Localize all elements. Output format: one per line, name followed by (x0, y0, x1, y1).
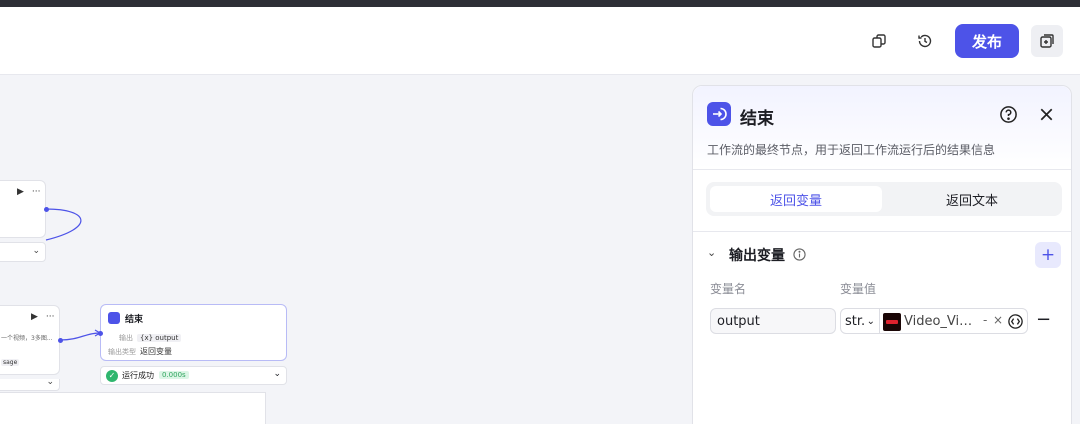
divider (693, 231, 1071, 232)
variable-value-field[interactable]: Video_Video... - × (879, 308, 1028, 334)
node-status-bar[interactable]: ⌄ (0, 377, 60, 391)
chevron-down-icon: ⌄ (866, 315, 875, 327)
return-mode-tabs: 返回变量 返回文本 (706, 182, 1062, 216)
node-snippet: 一个视频，3多图... (1, 335, 53, 342)
end-node[interactable]: 结束 输出 {x} output 输出类型 返回变量 (100, 304, 287, 361)
end-node-icon (707, 102, 731, 126)
success-icon: ✓ (106, 370, 118, 382)
output-port[interactable] (44, 207, 49, 212)
end-node-title: 结束 (125, 315, 144, 325)
help-icon[interactable] (999, 105, 1018, 124)
copy-icon (872, 34, 886, 48)
duplicate-icon-button[interactable] (1031, 25, 1063, 57)
tab-return-text[interactable]: 返回文本 (886, 186, 1058, 212)
node-toolbar: ▶ ··· (31, 312, 55, 322)
run-icon[interactable]: ▶ (31, 312, 38, 322)
chevron-down-icon[interactable]: ⌄ (707, 246, 716, 259)
output-variables-title[interactable]: 输出变量 (729, 245, 785, 265)
node-config-panel: 结束 工作流的最终节点，用于返回工作流运行后的结果信息 返回变量 返回文本 ⌄ … (692, 85, 1072, 424)
output-type-value: 返回变量 (140, 347, 172, 356)
upstream-node-top[interactable]: ▶ ··· (0, 180, 46, 238)
column-name-label: 变量名 (710, 282, 747, 296)
output-tag: {x} output (137, 334, 182, 342)
panel-header: 结束 工作流的最终节点，用于返回工作流运行后的结果信息 (693, 86, 1071, 170)
output-label: 输出 (119, 334, 133, 342)
top-bar (0, 0, 1080, 7)
end-node-type-row: 输出类型 返回变量 (108, 346, 172, 357)
end-node-output-row: 输出 {x} output (119, 333, 182, 343)
duplicate-icon (1040, 34, 1054, 48)
run-status-bar[interactable]: ✓ 运行成功 0.000s ⌄ (100, 366, 287, 385)
node-status-bar[interactable]: ⌄ (0, 242, 46, 262)
workflow-header: 发布 (0, 7, 1080, 75)
clear-value-icon[interactable]: × (993, 313, 1003, 327)
output-type-label: 输出类型 (108, 348, 136, 356)
value-separator: - (983, 313, 988, 327)
tab-return-variable[interactable]: 返回变量 (710, 186, 882, 212)
history-icon (918, 34, 932, 48)
run-time-badge: 0.000s (159, 371, 189, 379)
bottom-debug-panel (0, 392, 266, 424)
variable-name-input[interactable] (710, 308, 836, 334)
close-icon[interactable] (1037, 105, 1056, 124)
chevron-down-icon: ⌄ (273, 369, 281, 379)
run-status-text: 运行成功 (122, 371, 154, 380)
panel-title: 结束 (740, 109, 774, 129)
panel-description: 工作流的最终节点，用于返回工作流运行后的结果信息 (707, 143, 996, 157)
chevron-down-icon: ⌄ (32, 246, 40, 256)
end-node-icon (108, 312, 120, 324)
more-icon[interactable]: ··· (32, 187, 41, 197)
chevron-down-icon: ⌄ (46, 377, 54, 387)
variable-value-text: Video_Video... (904, 314, 980, 329)
node-tag: sage (1, 359, 20, 366)
remove-variable-button[interactable]: − (1036, 309, 1051, 330)
info-icon[interactable] (793, 248, 806, 261)
output-port[interactable] (58, 338, 63, 343)
variable-ref-icon[interactable] (1007, 313, 1024, 330)
variable-type-select[interactable]: str. ⌄ (840, 308, 880, 334)
variable-type-value: str. (845, 313, 866, 329)
column-value-label: 变量值 (840, 282, 877, 296)
history-icon-button[interactable] (909, 25, 941, 57)
video-thumbnail (883, 313, 901, 331)
run-icon[interactable]: ▶ (17, 187, 24, 197)
copy-icon-button[interactable] (863, 25, 895, 57)
publish-button[interactable]: 发布 (955, 24, 1019, 58)
node-toolbar: ▶ ··· (17, 187, 41, 197)
add-variable-button[interactable]: + (1035, 242, 1061, 268)
input-port[interactable] (98, 331, 103, 336)
more-icon[interactable]: ··· (46, 312, 55, 322)
upstream-node-video[interactable]: ▶ ··· 一个视频，3多图... sage (0, 305, 60, 375)
